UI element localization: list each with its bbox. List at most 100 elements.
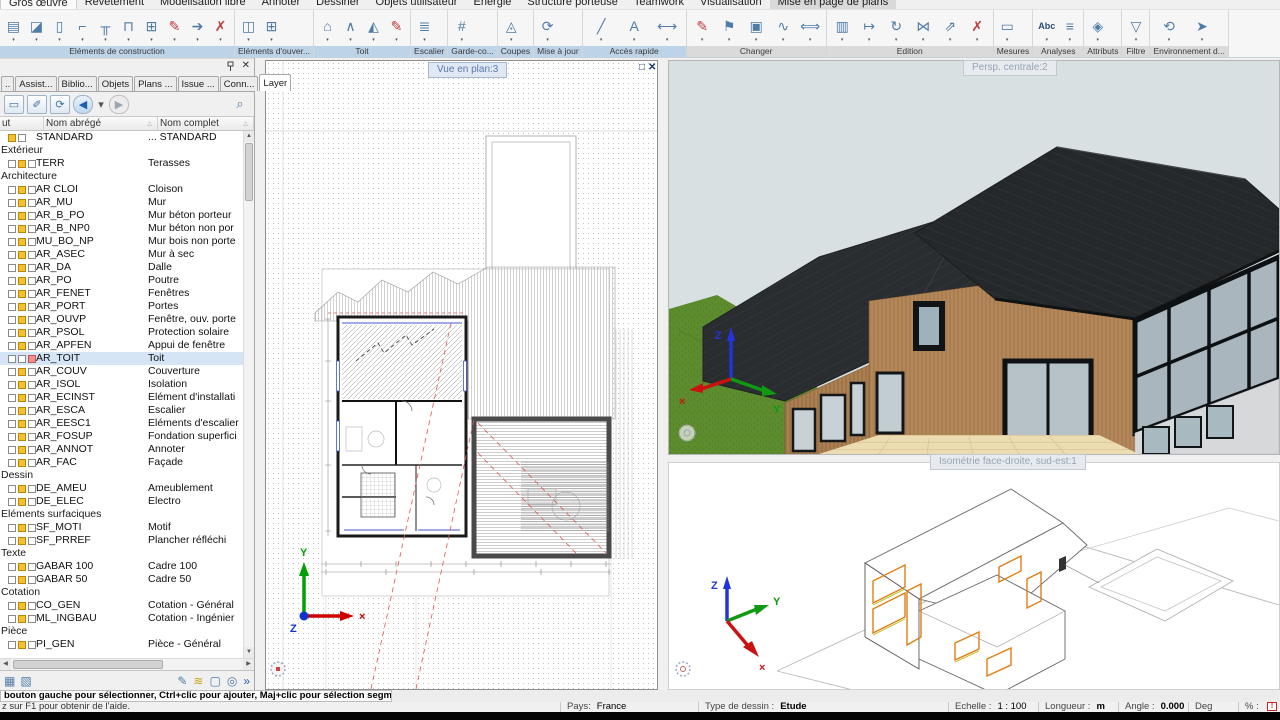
layer-toggle-yellow-icon[interactable]	[18, 199, 26, 207]
door-tool-icon[interactable]: ◫▾	[237, 15, 260, 43]
layer-row-pi-gen[interactable]: PI_GENPièce - Général	[0, 638, 243, 651]
panel-tab-plans[interactable]: Plans ...	[134, 76, 176, 91]
curtain-wall-tool-icon[interactable]: ⊞▾	[260, 15, 283, 43]
layer-row-de-ameu[interactable]: DE_AMEUAmeublement	[0, 482, 243, 495]
roof-edit-tool-icon[interactable]: ✎▾	[385, 15, 408, 43]
layer-toggle-white-icon[interactable]	[8, 420, 16, 428]
layer-stack-icon[interactable]: ≋	[193, 674, 203, 688]
layer-toggle-yellow-icon[interactable]	[18, 537, 26, 545]
layer-toggle-white-icon[interactable]	[28, 407, 36, 415]
layer-row-ar-b-po[interactable]: AR_B_POMur béton porteur	[0, 209, 243, 222]
resize-tool-icon[interactable]: ⇗▾	[939, 15, 962, 43]
menu-mise-en-page-de-plans[interactable]: Mise en page de plans	[770, 0, 897, 10]
layer-toggle-white-icon[interactable]	[28, 368, 36, 376]
layer-toggle-white-icon[interactable]	[28, 537, 36, 545]
menu-annoter[interactable]: Annoter	[254, 0, 309, 10]
layer-toggle-white-icon[interactable]	[28, 316, 36, 324]
panel-option-2-icon[interactable]: ▧	[20, 674, 31, 688]
layer-row-ar-apfen[interactable]: AR_APFENAppui de fenêtre	[0, 339, 243, 352]
layer-toggle-yellow-icon[interactable]	[18, 420, 26, 428]
horizontal-scrollbar[interactable]: ◀ ▶	[0, 658, 254, 670]
layer-toggle-white-icon[interactable]	[8, 303, 16, 311]
alert-icon[interactable]: !	[1267, 702, 1277, 711]
layer-toggle-white-icon[interactable]	[28, 433, 36, 441]
layer-toggle-white-icon[interactable]	[8, 199, 16, 207]
panel-tab-layer[interactable]: Layer	[259, 74, 291, 91]
menu-nergie[interactable]: Énergie	[465, 0, 519, 10]
panel-tab-objets[interactable]: Objets	[98, 76, 133, 91]
layer-toggle-white-icon[interactable]	[8, 368, 16, 376]
layer-toggle-yellow-icon[interactable]	[18, 277, 26, 285]
menu-visualisation[interactable]: Visualisation	[692, 0, 770, 10]
layer-toggle-white-icon[interactable]	[8, 433, 16, 441]
beam-tool-icon[interactable]: ⌐▾	[71, 15, 94, 43]
layer-row-ar-po[interactable]: AR_POPoutre	[0, 274, 243, 287]
layer-toggle-white-icon[interactable]	[8, 394, 16, 402]
menu-dessiner[interactable]: Dessiner	[308, 0, 367, 10]
layer-row-ar-asec[interactable]: AR_ASECMur à sec	[0, 248, 243, 261]
layer-row-ar-annot[interactable]: AR_ANNOTAnnoter	[0, 443, 243, 456]
layer-toggle-white-icon[interactable]	[28, 342, 36, 350]
layer-toggle-yellow-icon[interactable]	[18, 641, 26, 649]
menu-teamwork[interactable]: Teamwork	[626, 0, 692, 10]
scroll-right-icon[interactable]: ▶	[243, 659, 254, 670]
layer-row-mu-bo-np[interactable]: MU_BO_NPMur bois non porte	[0, 235, 243, 248]
delete-tool-icon[interactable]: ✗▾	[966, 15, 989, 43]
stamp-tool-icon[interactable]: ▣▾	[745, 15, 768, 43]
layer-row-ar-eesc1[interactable]: AR_EESC1Eléments d'escalier	[0, 417, 243, 430]
layer-toggle-white-icon[interactable]	[8, 251, 16, 259]
layer-row-ar-fenet[interactable]: AR_FENETFenêtres	[0, 287, 243, 300]
layer-toggle-white-icon[interactable]	[18, 355, 26, 363]
layer-toggle-white-icon[interactable]	[8, 446, 16, 454]
layer-toggle-white-icon[interactable]	[8, 537, 16, 545]
roof-tool-icon[interactable]: ⌂▾	[316, 15, 339, 43]
dimension-tool-icon[interactable]: ⟷▾	[656, 15, 679, 43]
layer-toggle-yellow-icon[interactable]	[18, 303, 26, 311]
layer-row-ar-psol[interactable]: AR_PSOLProtection solaire	[0, 326, 243, 339]
layer-toggle-white-icon[interactable]	[8, 615, 16, 623]
layer-toggle-white-icon[interactable]	[8, 524, 16, 532]
layer-toggle-white-icon[interactable]	[8, 576, 16, 584]
layer-row-ar-isol[interactable]: AR_ISOLIsolation	[0, 378, 243, 391]
work-environment-tool-icon[interactable]: ⟲▾	[1157, 15, 1180, 43]
layer-toggle-yellow-icon[interactable]	[18, 290, 26, 298]
layer-toggle-white-icon[interactable]	[28, 615, 36, 623]
scrollbar-thumb[interactable]	[13, 660, 163, 669]
layer-toggle-white-icon[interactable]	[8, 329, 16, 337]
menu-mod-lisation-libre[interactable]: Modélisation libre	[152, 0, 254, 10]
menu-structure-porteuse[interactable]: Structure porteuse	[519, 0, 626, 10]
layer-toggle-white-icon[interactable]	[18, 134, 26, 142]
layer-row-ar-ouvp[interactable]: AR_OUVPFenêtre, ouv. porte	[0, 313, 243, 326]
section-tool-icon[interactable]: ◬▾	[500, 15, 523, 43]
floor-plan-view[interactable]: Y × Z	[265, 60, 658, 690]
print-icon[interactable]: ▭	[4, 95, 24, 114]
layer-toggle-yellow-icon[interactable]	[18, 368, 26, 376]
layer-row-co-gen[interactable]: CO_GENCotation - Général	[0, 599, 243, 612]
rotate-tool-icon[interactable]: ↻▾	[885, 15, 908, 43]
layer-toggle-white-icon[interactable]	[28, 264, 36, 272]
panel-tab-assist[interactable]: Assist...	[15, 76, 56, 91]
menu-objets-utilisateur[interactable]: Objets utilisateur	[368, 0, 466, 10]
layer-toggle-yellow-icon[interactable]	[18, 524, 26, 532]
brush-icon[interactable]: ✐	[27, 95, 47, 114]
column-short-name[interactable]: Nom abrégé△	[44, 117, 158, 130]
layer-toggle-yellow-icon[interactable]	[18, 212, 26, 220]
search-icon[interactable]: ⌕	[230, 95, 250, 114]
stair-tool-icon[interactable]: ≣▾	[413, 15, 436, 43]
layer-row-gabar-100[interactable]: GABAR 100Cadre 100	[0, 560, 243, 573]
pin-icon[interactable]	[226, 61, 235, 72]
layer-toggle-yellow-icon[interactable]	[18, 329, 26, 337]
move-tool-icon[interactable]: ↦▾	[858, 15, 881, 43]
perspective-3d-view[interactable]: Z × Y	[668, 60, 1280, 455]
layer-toggle-yellow-icon[interactable]	[18, 433, 26, 441]
wall-tool-icon[interactable]: ▤▾	[2, 15, 25, 43]
layer-toggle-yellow-icon[interactable]	[18, 316, 26, 324]
layer-toggle-yellow-icon[interactable]	[18, 446, 26, 454]
layer-row-ar-esca[interactable]: AR_ESCAEscalier	[0, 404, 243, 417]
offset-tool-icon[interactable]: ⟺▾	[799, 15, 822, 43]
layer-toggle-white-icon[interactable]	[8, 355, 16, 363]
layer-row-ar-toit[interactable]: AR_TOITToit	[0, 352, 243, 365]
roof-plane-tool-icon[interactable]: ∧▾	[339, 15, 362, 43]
opening-tool-icon[interactable]: ⊓▾	[117, 15, 140, 43]
layer-toggle-white-icon[interactable]	[28, 186, 36, 194]
